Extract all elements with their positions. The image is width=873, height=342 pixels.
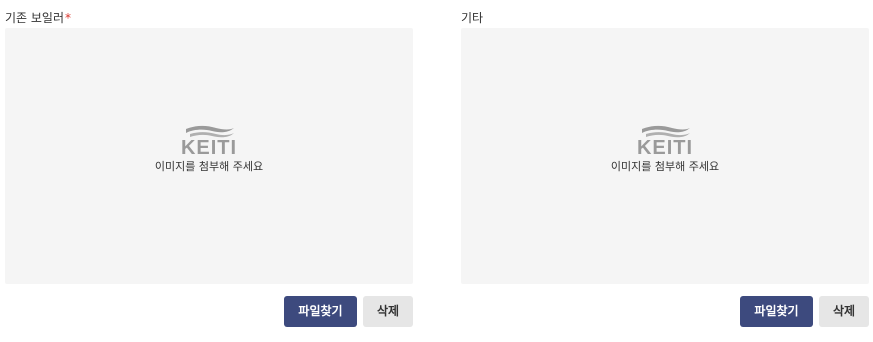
image-dropzone[interactable]: KEITI 이미지를 첨부해 주세요 (461, 28, 869, 284)
upload-panel-existing-boiler: 기존 보일러* KEITI 이미지를 첨부해 주세요 파일찾기 삭제 (5, 0, 413, 342)
field-label: 기타 (461, 10, 483, 26)
logo-text: KEITI (637, 137, 693, 156)
required-mark: * (65, 11, 72, 25)
field-label: 기존 보일러* (5, 10, 71, 26)
upload-panel-other: 기타 KEITI 이미지를 첨부해 주세요 파일찾기 삭제 (461, 0, 869, 342)
delete-button[interactable]: 삭제 (363, 296, 413, 327)
keiti-logo: KEITI (181, 125, 237, 156)
dropzone-content: KEITI 이미지를 첨부해 주세요 (5, 124, 413, 174)
delete-button[interactable]: 삭제 (819, 296, 869, 327)
dropzone-hint: 이미지를 첨부해 주세요 (154, 160, 264, 173)
find-file-button[interactable]: 파일찾기 (284, 296, 357, 327)
logo-text: KEITI (181, 137, 237, 156)
field-label-text: 기타 (461, 11, 484, 25)
image-dropzone[interactable]: KEITI 이미지를 첨부해 주세요 (5, 28, 413, 284)
dropzone-content: KEITI 이미지를 첨부해 주세요 (461, 124, 869, 174)
dropzone-hint: 이미지를 첨부해 주세요 (610, 160, 720, 173)
find-file-button[interactable]: 파일찾기 (740, 296, 813, 327)
keiti-logo: KEITI (637, 125, 693, 156)
field-label-text: 기존 보일러 (5, 11, 65, 25)
